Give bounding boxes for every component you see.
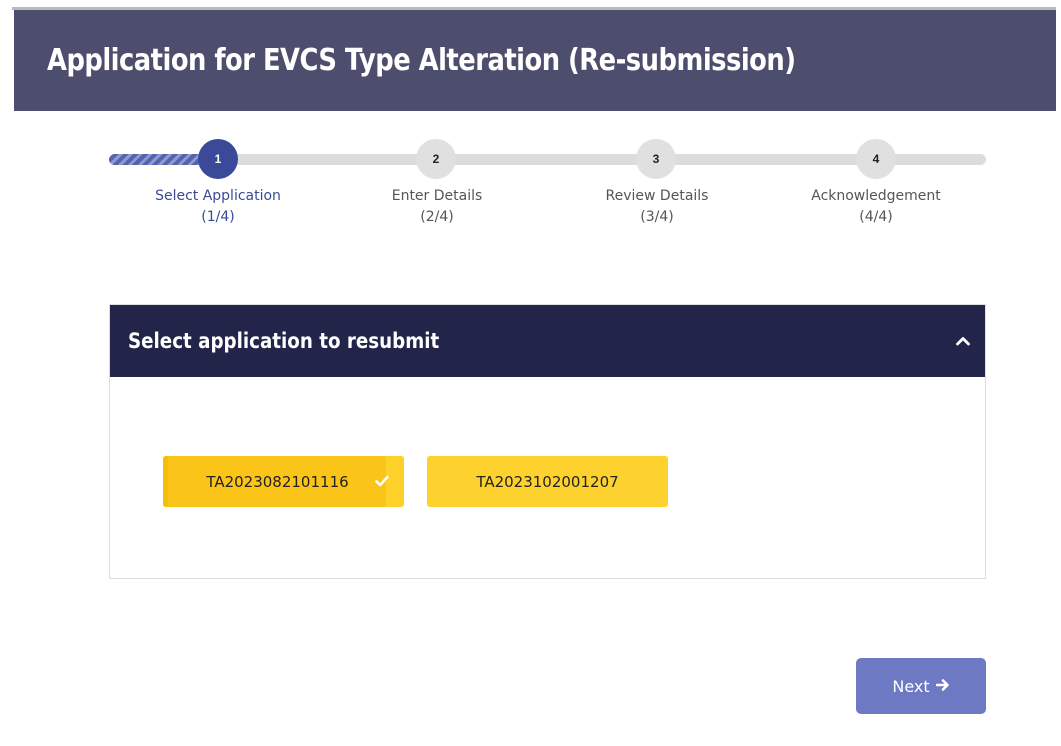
arrow-right-icon xyxy=(935,677,950,696)
application-option-1[interactable]: TA2023082101116 xyxy=(163,456,404,507)
step-2-circle: 2 xyxy=(416,139,456,179)
step-2-fraction: (2/4) xyxy=(420,209,454,225)
step-1-circle: 1 xyxy=(198,139,238,179)
step-1-fraction: (1/4) xyxy=(201,209,235,225)
step-4-title: Acknowledgement xyxy=(811,188,941,204)
step-2-title: Enter Details xyxy=(391,188,483,204)
next-button-label: Next xyxy=(892,676,930,696)
step-3-circle: 3 xyxy=(636,139,676,179)
step-2-label: Enter Details (2/4) xyxy=(347,186,527,228)
application-option-2[interactable]: TA2023102001207 xyxy=(427,456,668,507)
progress-track xyxy=(109,154,986,165)
panel-header[interactable]: Select application to resubmit xyxy=(110,305,985,377)
step-3-label: Review Details (3/4) xyxy=(567,186,747,228)
panel-title: Select application to resubmit xyxy=(128,329,440,353)
application-option-2-label: TA2023102001207 xyxy=(476,472,619,491)
next-button[interactable]: Next xyxy=(856,658,986,714)
step-3-fraction: (3/4) xyxy=(640,209,674,225)
step-1-label: Select Application (1/4) xyxy=(128,186,308,228)
step-4-label: Acknowledgement (4/4) xyxy=(786,186,966,228)
step-4-fraction: (4/4) xyxy=(859,209,893,225)
page: Application for EVCS Type Alteration (Re… xyxy=(0,0,1061,746)
step-1-title: Select Application xyxy=(155,188,281,204)
application-option-1-label: TA2023082101116 xyxy=(206,472,349,491)
page-header: Application for EVCS Type Alteration (Re… xyxy=(14,10,1056,111)
step-3-title: Review Details xyxy=(605,188,709,204)
select-application-panel: Select application to resubmit TA2023082… xyxy=(109,304,986,579)
chevron-up-icon[interactable] xyxy=(955,333,971,349)
page-title: Application for EVCS Type Alteration (Re… xyxy=(47,43,796,78)
check-icon xyxy=(374,473,390,489)
step-4-circle: 4 xyxy=(856,139,896,179)
